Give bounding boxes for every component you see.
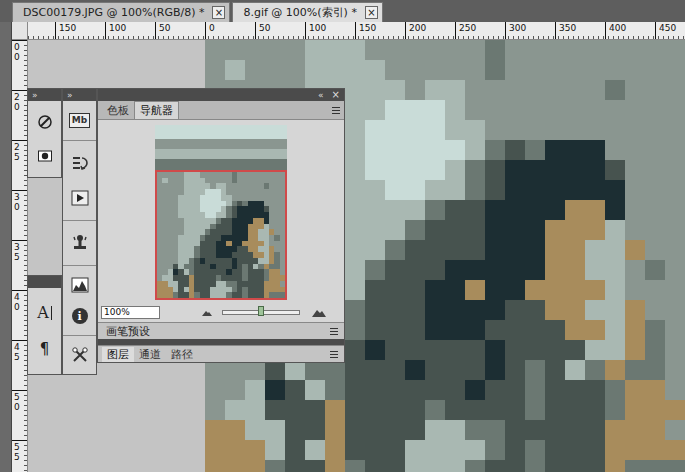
- close-tab-button[interactable]: ×: [365, 6, 378, 19]
- ruler-tick: 100: [305, 22, 355, 39]
- brush-presets-bar[interactable]: 画笔预设: [98, 322, 344, 339]
- panel-tab[interactable]: 图层: [102, 347, 134, 362]
- ruler-tick: 300: [505, 22, 555, 39]
- mini-bridge-button[interactable]: Mb: [66, 109, 94, 133]
- collapse-button[interactable]: «: [318, 91, 324, 100]
- zoom-row: 100%: [98, 306, 344, 319]
- ruler-tick: 200: [405, 22, 455, 39]
- ruler-tick: 0: [205, 22, 255, 39]
- brush-icon: [37, 114, 53, 130]
- photoshop-window: DSC00179.JPG @ 100%(RGB/8) *×8.gif @ 100…: [0, 0, 685, 472]
- brush-tool-button[interactable]: [31, 110, 59, 134]
- navigator-panel: «×色板导航器100%画笔预设图层通道路径: [97, 88, 345, 363]
- panel-tab[interactable]: 通道: [134, 347, 166, 362]
- zoom-slider[interactable]: [222, 310, 300, 315]
- vertical-ruler[interactable]: 002025303540455055: [12, 40, 28, 472]
- zoom-out-icon[interactable]: [202, 310, 212, 316]
- histogram-icon: [71, 277, 89, 293]
- close-panel-button[interactable]: ×: [332, 90, 340, 100]
- ruler-tick: 20: [12, 90, 27, 140]
- ruler-tick: 25: [12, 140, 27, 190]
- document-tab-label: 8.gif @ 100%(索引) *: [243, 5, 356, 20]
- ruler-tick: 45: [12, 340, 27, 390]
- zoom-field[interactable]: 100%: [101, 306, 160, 319]
- stamp-icon: [71, 234, 89, 252]
- history-button[interactable]: [66, 151, 94, 175]
- panel-tab[interactable]: 导航器: [134, 101, 179, 119]
- zoom-in-icon[interactable]: [312, 309, 326, 317]
- histogram-button[interactable]: [66, 273, 94, 297]
- ruler-tick: 400: [605, 22, 655, 39]
- ruler-tick: 100: [105, 22, 155, 39]
- ruler-tick: 40: [12, 290, 27, 340]
- history-icon: [71, 154, 89, 172]
- navigator-thumbnail[interactable]: [155, 125, 287, 300]
- document-tab[interactable]: 8.gif @ 100%(索引) * ×: [232, 2, 382, 22]
- expand-button[interactable]: »: [67, 91, 73, 100]
- clone-source-button[interactable]: [66, 231, 94, 255]
- info-button[interactable]: i: [66, 304, 94, 328]
- ruler-tick: 350: [555, 22, 605, 39]
- ruler-tick: 30: [12, 190, 27, 240]
- ruler-corner: [12, 22, 28, 40]
- navigator-body: 100%: [98, 120, 344, 322]
- document-tab-label: DSC00179.JPG @ 100%(RGB/8) *: [23, 6, 204, 19]
- ruler-tick: 250: [455, 22, 505, 39]
- slider-thumb[interactable]: [258, 306, 264, 316]
- panel-header[interactable]: »: [63, 89, 96, 101]
- ruler-tick: 150: [355, 22, 405, 39]
- mask-icon: [37, 148, 53, 164]
- tool-presets-icon: [71, 346, 89, 364]
- menu-icon[interactable]: [330, 351, 338, 358]
- play-icon: [71, 190, 89, 206]
- menu-icon[interactable]: [330, 328, 338, 335]
- panel-header[interactable]: «×: [98, 89, 344, 101]
- panel-menu-button[interactable]: [332, 107, 344, 114]
- tool-presets-button[interactable]: [66, 343, 94, 367]
- document-tab-bar: DSC00179.JPG @ 100%(RGB/8) *×8.gif @ 100…: [0, 0, 685, 22]
- close-tab-button[interactable]: ×: [212, 6, 225, 19]
- expand-button[interactable]: »: [32, 91, 38, 100]
- horizontal-ruler-row: 15010050050100150200250300350400450: [12, 22, 685, 40]
- panel-tab[interactable]: 路径: [166, 347, 198, 362]
- document-tab[interactable]: DSC00179.JPG @ 100%(RGB/8) * ×: [12, 2, 230, 22]
- view-box[interactable]: [155, 170, 287, 300]
- ruler-tick: 35: [12, 240, 27, 290]
- ruler-tick: 50: [155, 22, 205, 39]
- ruler-tick: 50: [255, 22, 305, 39]
- ruler-tick: 150: [55, 22, 105, 39]
- ruler-tick: 00: [12, 40, 27, 90]
- horizontal-ruler[interactable]: 15010050050100150200250300350400450: [28, 22, 685, 40]
- quick-mask-button[interactable]: [31, 144, 59, 168]
- panel-header[interactable]: »: [28, 89, 61, 101]
- panel-header[interactable]: [28, 276, 61, 288]
- ruler-tick: 450: [655, 22, 685, 39]
- menu-icon: [332, 107, 340, 114]
- type-panel: A¶: [27, 275, 62, 375]
- ruler-tick: 55: [12, 440, 27, 472]
- actions-button[interactable]: [66, 186, 94, 210]
- ruler-tick: 50: [12, 390, 27, 440]
- character-button[interactable]: A: [31, 301, 59, 325]
- panel-tab[interactable]: 色板: [102, 102, 134, 119]
- layers-panel-bar: 图层通道路径: [98, 345, 344, 362]
- panel-dock: » Mb i: [62, 88, 97, 375]
- panel-tab-bar: 色板导航器: [98, 101, 344, 120]
- paragraph-button[interactable]: ¶: [31, 337, 59, 361]
- toolbar-edge: [0, 22, 12, 472]
- tool-panel: »: [27, 88, 62, 178]
